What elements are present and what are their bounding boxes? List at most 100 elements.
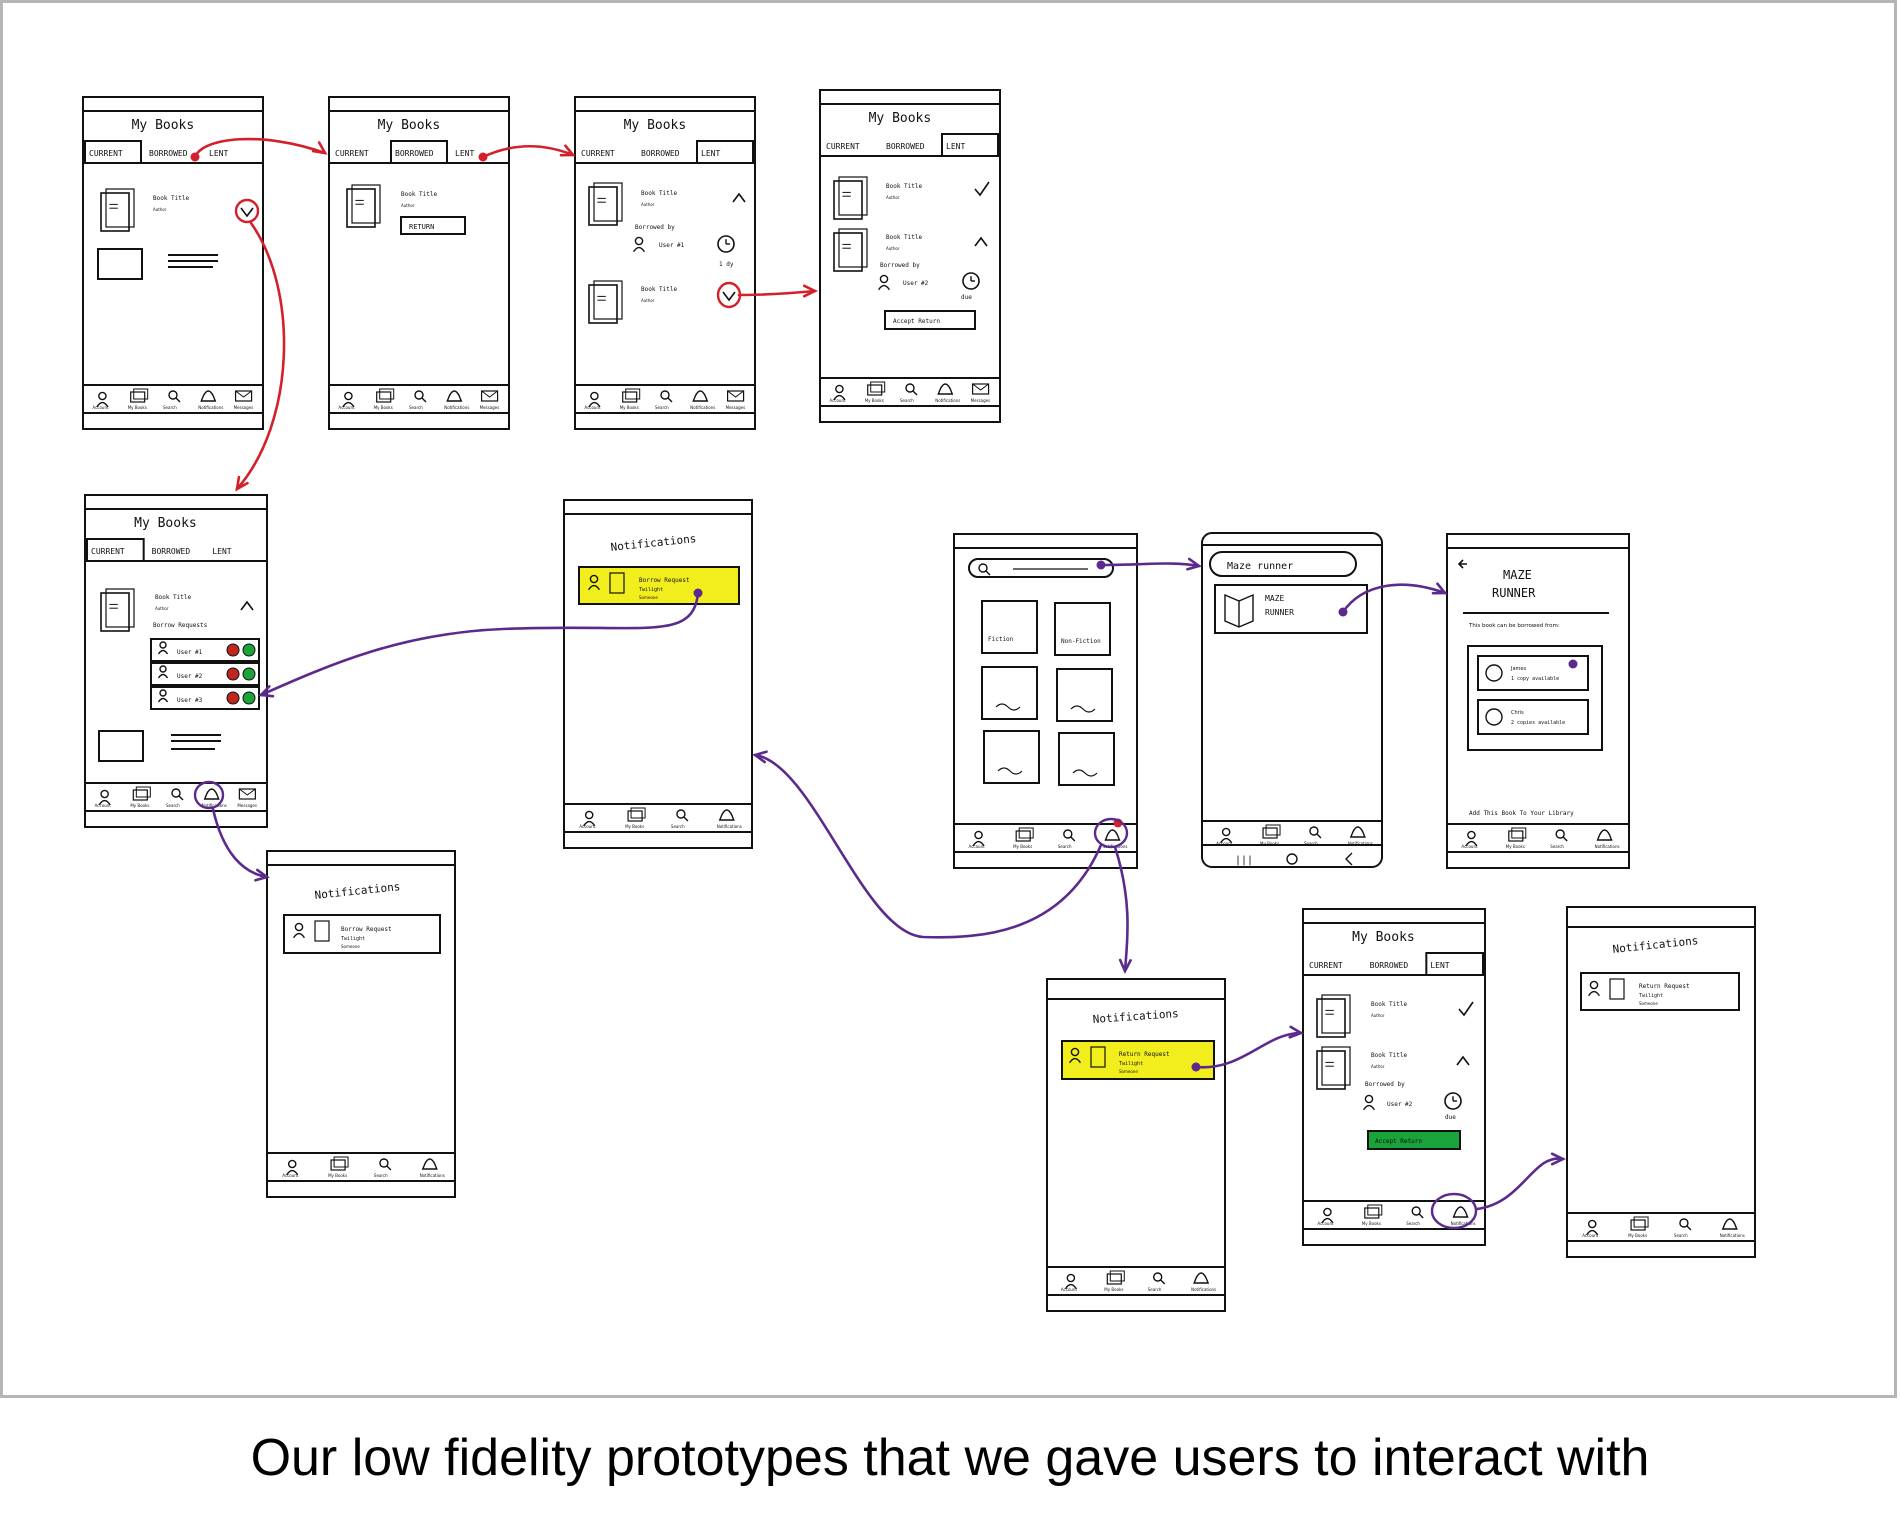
due-label: 1 dy — [719, 261, 734, 268]
notification-type: Borrow Request — [639, 577, 690, 584]
tab-current: CURRENT — [335, 149, 369, 158]
user-icon — [100, 789, 109, 799]
nav-label: My Books — [1506, 844, 1525, 849]
books-icon-back — [1018, 827, 1034, 839]
search-icon — [1411, 1206, 1421, 1216]
notification-book-icon — [314, 920, 330, 942]
red-tap-circle-chevron-lent — [716, 281, 742, 309]
books-icon-back — [1367, 1204, 1383, 1216]
category-label: Fiction — [988, 636, 1014, 643]
phone-frame — [1201, 532, 1383, 868]
notification-card — [1580, 972, 1740, 1011]
nav-label: Search — [1406, 1221, 1420, 1226]
android-recent-button: ||| — [1235, 855, 1253, 866]
nav-label: My Books — [1362, 1221, 1381, 1226]
page-title: My Books — [624, 118, 687, 133]
nav-label: Account — [92, 405, 109, 410]
bell-icon — [1596, 829, 1613, 841]
user-icon — [1066, 1273, 1076, 1283]
borrowed-by: Borrowed by — [880, 262, 920, 269]
chevron-up-icon — [1456, 1055, 1470, 1066]
purple-arrow-to-requests — [259, 591, 700, 697]
nav-label: My Books — [1628, 1233, 1647, 1238]
books-icon — [376, 391, 392, 403]
notification-card-highlight — [1061, 1040, 1215, 1080]
books-icon — [1015, 830, 1031, 842]
nav-label: Notifications — [1595, 844, 1620, 849]
books-icon-back — [1633, 1216, 1649, 1228]
nav-label: Notifications — [1720, 1233, 1745, 1238]
lender-name: Chris — [1511, 710, 1524, 716]
wireframe-canvas: Account My Books Search Notifications Messag… — [82, 89, 1756, 1312]
search-icon — [379, 1158, 389, 1168]
bell-icon — [1452, 1206, 1469, 1218]
nav-label: Notifications — [198, 405, 223, 410]
notification-author: Someone — [1639, 1001, 1658, 1006]
purple-arrow-to-results — [1099, 562, 1201, 568]
lender-card — [1477, 699, 1589, 735]
search-icon — [676, 809, 686, 819]
book-author: Author — [886, 246, 900, 251]
bell-icon — [692, 390, 709, 402]
accept-button — [242, 643, 256, 657]
lender-status: 1 copy available — [1511, 676, 1559, 682]
books-icon-back — [1511, 827, 1527, 839]
search-icon — [1063, 829, 1073, 839]
mail-icon-flap — [235, 390, 252, 398]
back-arrow-icon — [1457, 559, 1467, 569]
check-icon — [974, 181, 990, 197]
nav-label: Account — [1461, 844, 1478, 849]
nav-label: Messages — [971, 398, 991, 403]
books-icon — [1106, 1273, 1122, 1285]
notification-book-icon — [1609, 978, 1625, 1000]
tab-borrowed: BORROWED — [149, 149, 188, 158]
screen-my-books-current: Account My Books Search Notifications Messag… — [82, 96, 264, 430]
nav-label: Account — [95, 803, 112, 808]
chevron-down-icon — [722, 291, 736, 302]
screen-notifications-return: Account My Books Search Notifications Notifi… — [1046, 978, 1226, 1312]
bell-icon — [1193, 1272, 1210, 1284]
books-icon-back — [630, 807, 646, 819]
user-icon — [590, 391, 599, 401]
user-icon — [159, 665, 167, 673]
category-scribble — [1070, 705, 1096, 713]
user-icon-body — [633, 246, 645, 253]
lender-status: 2 copies available — [1511, 720, 1565, 726]
mail-icon-flap — [972, 383, 989, 391]
books-icon-back — [625, 388, 641, 400]
nav-label: Notifications — [444, 405, 469, 410]
detail-title-line1: MAZE — [1503, 568, 1532, 582]
notification-author: Someone — [639, 595, 658, 600]
nav-label: My Books — [130, 803, 149, 808]
screen-my-books-lent: Account My Books Search Notifications Messag… — [574, 96, 756, 430]
books-icon — [627, 810, 643, 822]
user-icon — [974, 830, 983, 840]
nav-label: Account — [1317, 1221, 1334, 1226]
user-icon-body — [157, 697, 169, 703]
notification-book: Twilight — [639, 587, 663, 593]
red-arrow-to-lent — [481, 144, 575, 159]
borrowed-by: Borrowed by — [635, 224, 675, 231]
tab-lent: LENT — [1430, 961, 1449, 970]
reject-button — [226, 643, 240, 657]
request-row: User #2 — [150, 662, 260, 686]
tab-lent: LENT — [212, 547, 231, 556]
result-title-line1: MAZE — [1265, 594, 1284, 603]
book-icon — [833, 232, 863, 272]
books-icon-back — [1109, 1270, 1125, 1282]
bell-icon — [1104, 829, 1121, 841]
screen-search-results: Maze runnerMAZERUNNERAccount My Books Sear… — [1201, 532, 1383, 868]
book-title: Book Title — [1371, 1001, 1408, 1008]
search-bar — [968, 558, 1114, 578]
search-icon — [1679, 1218, 1689, 1228]
nav-label: Search — [1674, 1233, 1688, 1238]
tab-borrowed: BORROWED — [152, 547, 191, 556]
books-icon — [1630, 1219, 1646, 1231]
category-label: Non-Fiction — [1061, 638, 1101, 645]
user-icon — [287, 1159, 297, 1169]
red-tap-circle-chevron — [234, 198, 260, 224]
mail-icon-flap — [481, 390, 498, 398]
book-title: Book Title — [641, 286, 678, 293]
screen-notifications-borrow: Account My Books Search Notifications Notifi… — [563, 499, 753, 849]
category-tile — [1058, 732, 1115, 786]
